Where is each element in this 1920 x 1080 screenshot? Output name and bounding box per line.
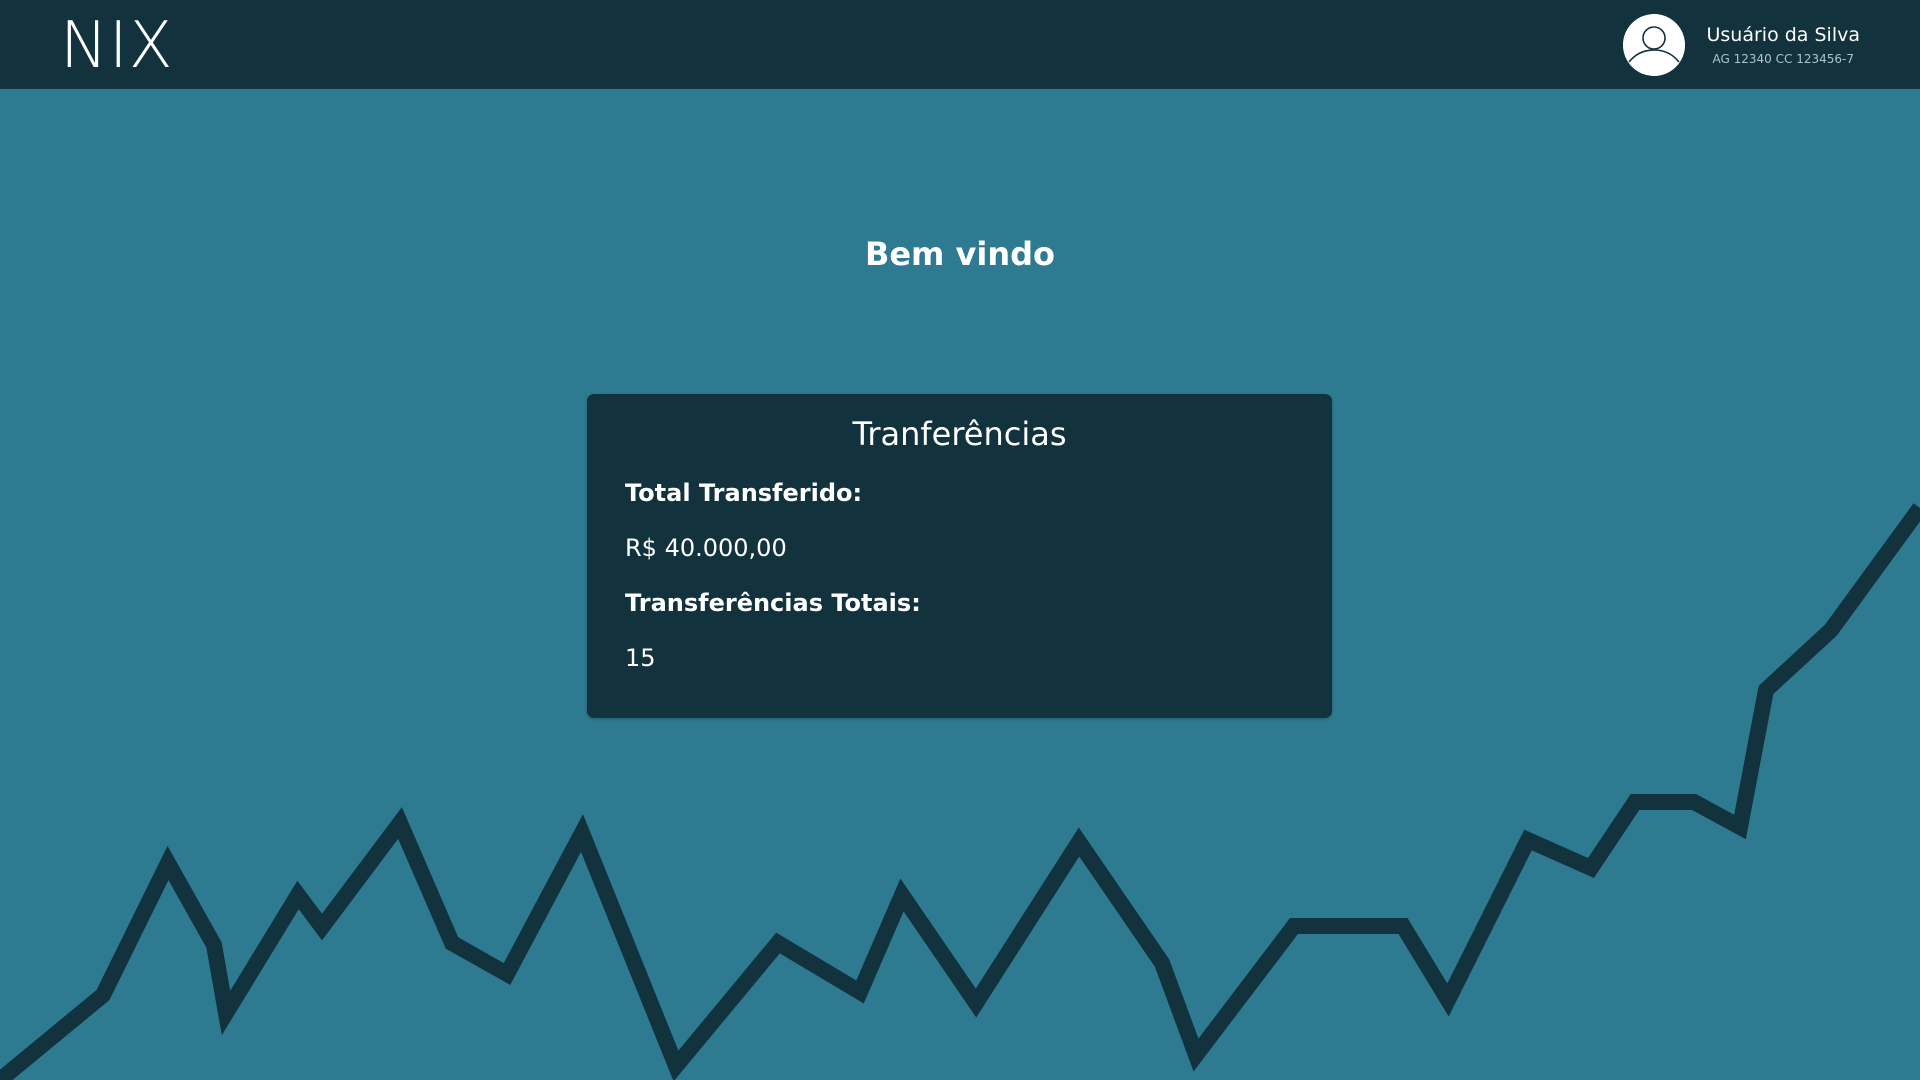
card-title: Tranferências xyxy=(852,415,1067,453)
total-transferred-value: R$ 40.000,00 xyxy=(625,534,787,562)
total-transferred-label: Total Transferido: xyxy=(625,479,863,507)
transfers-card: Tranferências Total Transferido: R$ 40.0… xyxy=(587,394,1332,718)
total-transfers-label: Transferências Totais: xyxy=(625,589,921,617)
welcome-heading: Bem vindo xyxy=(864,235,1056,273)
total-transfers-value: 15 xyxy=(625,644,656,672)
